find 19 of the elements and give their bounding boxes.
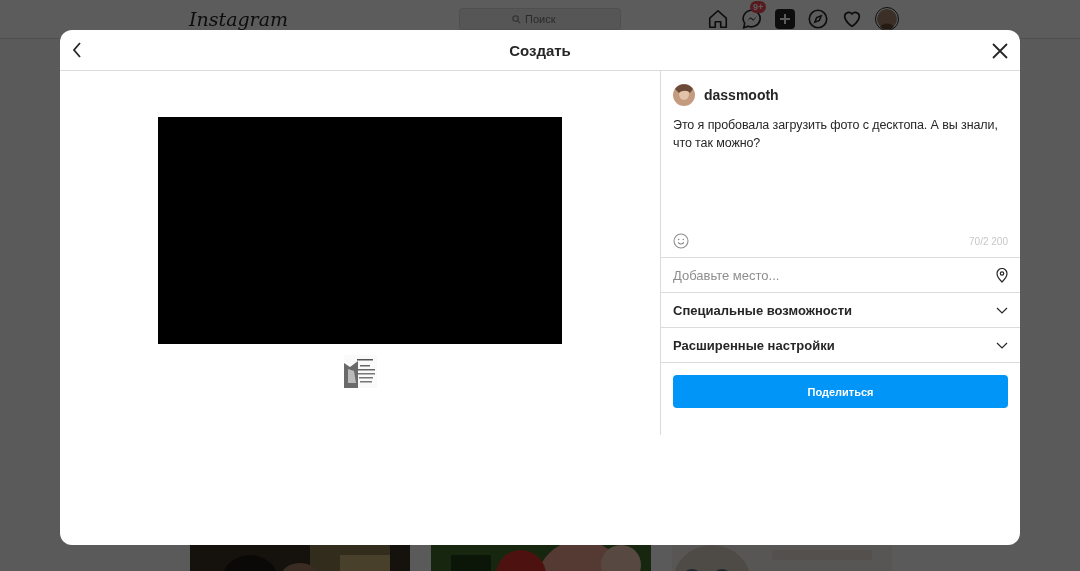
settings-section[interactable]: Специальные возможности — [661, 292, 1020, 327]
settings-section[interactable]: Расширенные настройки — [661, 327, 1020, 362]
location-pin-icon[interactable] — [996, 267, 1008, 283]
messenger-icon[interactable] — [741, 8, 763, 30]
chevron-icon — [996, 306, 1008, 314]
avatar — [673, 84, 695, 106]
new-post-icon[interactable] — [775, 9, 795, 29]
compass-icon[interactable] — [807, 8, 829, 30]
caption-field[interactable]: Это я пробовала загрузить фото с десктопа. А вы знали, что так можно? — [673, 116, 1008, 233]
username: dassmooth — [704, 87, 779, 103]
home-icon[interactable] — [707, 8, 729, 30]
notification-badge: 9+ — [750, 1, 767, 13]
close-button[interactable] — [990, 41, 1010, 61]
search-icon — [512, 15, 521, 24]
avatar[interactable] — [875, 7, 899, 31]
back-icon[interactable] — [72, 42, 82, 58]
emoji-icon[interactable] — [673, 233, 689, 249]
dialog-title: Создать — [508, 41, 572, 59]
chevron-icon — [996, 341, 1008, 349]
